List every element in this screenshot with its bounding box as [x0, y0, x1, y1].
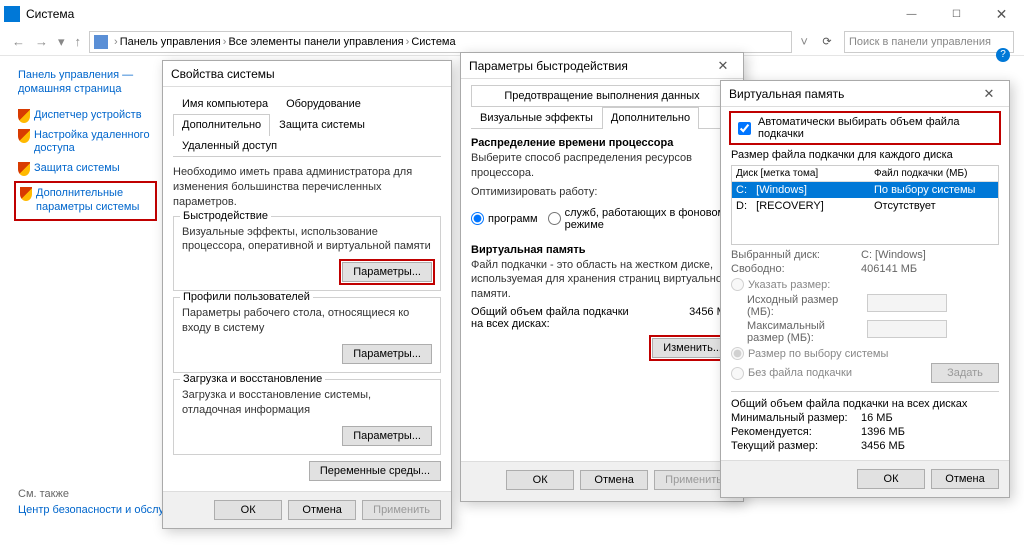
system-icon [4, 6, 20, 22]
props-apply-button[interactable]: Применить [362, 500, 441, 520]
vmem-cancel-button[interactable]: Отмена [931, 469, 999, 489]
shield-icon [18, 162, 30, 176]
size-each-label: Размер файла подкачки для каждого диска [731, 149, 999, 161]
dialog-title: Свойства системы [163, 61, 451, 87]
profiles-group: Профили пользователей Параметры рабочего… [173, 297, 441, 373]
recent-dropdown[interactable]: ▾ [56, 34, 67, 50]
system-properties-dialog: Свойства системы Имя компьютера Оборудов… [162, 60, 452, 529]
back-button[interactable]: ← [10, 34, 27, 49]
performance-settings-button[interactable]: Параметры... [342, 262, 432, 282]
radio-no-paging: Без файла подкачки [731, 367, 852, 380]
close-button[interactable]: ✕ [979, 0, 1024, 28]
sidebar: Панель управления — домашняя страница Ди… [0, 56, 165, 546]
free-space: 406141 МБ [861, 263, 917, 275]
sidebar-item-devmgr[interactable]: Диспетчер устройств [18, 106, 153, 126]
disk-row-c[interactable]: C: [Windows]По выбору системы [732, 182, 998, 198]
close-button[interactable]: ✕ [703, 53, 743, 79]
env-vars-button[interactable]: Переменные среды... [309, 461, 441, 481]
maximize-button[interactable]: ☐ [934, 0, 979, 28]
virtual-memory-dialog: Виртуальная память ✕ Автоматически выбир… [720, 80, 1010, 498]
props-cancel-button[interactable]: Отмена [288, 500, 356, 520]
tab-computername[interactable]: Имя компьютера [173, 93, 277, 114]
breadcrumb[interactable]: › Панель управления › Все элементы панел… [89, 31, 792, 53]
dialog-title: Параметры быстродействия [461, 53, 743, 79]
current-size: 3456 МБ [861, 440, 905, 452]
sched-title: Распределение времени процессора [471, 137, 733, 149]
radio-programs[interactable]: программ [471, 207, 538, 231]
pc-icon [94, 35, 108, 49]
tab-dep[interactable]: Предотвращение выполнения данных [471, 85, 733, 107]
perfopt-cancel-button[interactable]: Отмена [580, 470, 648, 490]
disk-list: Диск [метка тома]Файл подкачки (МБ) C: [… [731, 165, 999, 245]
tab-hardware[interactable]: Оборудование [277, 93, 370, 114]
performance-options-dialog: Параметры быстродействия ✕ Предотвращени… [460, 52, 744, 502]
recommended-size: 1396 МБ [861, 426, 905, 438]
perfopt-ok-button[interactable]: ОК [506, 470, 574, 490]
window-title: Система [26, 7, 74, 21]
refresh-button[interactable]: ⟳ [816, 35, 838, 48]
tab-remote[interactable]: Удаленный доступ [173, 135, 286, 156]
radio-system-managed: Размер по выбору системы [731, 347, 999, 360]
profiles-settings-button[interactable]: Параметры... [342, 344, 432, 364]
tab-advanced[interactable]: Дополнительно [602, 107, 699, 129]
sidebar-item-protection[interactable]: Защита системы [18, 159, 153, 179]
performance-group: Быстродействие Визуальные эффекты, испол… [173, 216, 441, 292]
shield-icon [18, 129, 30, 143]
min-size: 16 МБ [861, 412, 893, 424]
up-button[interactable]: ↑ [73, 34, 84, 49]
sidebar-item-advanced[interactable]: Дополнительные параметры системы [14, 181, 157, 221]
radio-background[interactable]: служб, работающих в фоновом режиме [548, 207, 733, 231]
auto-manage-checkbox[interactable]: Автоматически выбирать объем файла подка… [731, 113, 999, 143]
sidebar-home[interactable]: Панель управления — домашняя страница [18, 66, 153, 100]
titlebar: Система — ☐ ✕ [0, 0, 1024, 28]
props-ok-button[interactable]: ОК [214, 500, 282, 520]
startup-group: Загрузка и восстановление Загрузка и вос… [173, 379, 441, 455]
startup-settings-button[interactable]: Параметры... [342, 426, 432, 446]
close-button[interactable]: ✕ [969, 81, 1009, 107]
set-button: Задать [931, 363, 999, 383]
crumb-dropdown[interactable]: ˅ [798, 34, 810, 49]
shield-icon [20, 187, 32, 201]
max-size-input [867, 320, 947, 338]
initial-size-input [867, 294, 947, 312]
crumb-2[interactable]: Система [411, 36, 455, 48]
crumb-1[interactable]: Все элементы панели управления [228, 36, 403, 48]
selected-drive: C: [Windows] [861, 249, 926, 261]
vmem-ok-button[interactable]: ОК [857, 469, 925, 489]
tab-visual[interactable]: Визуальные эффекты [471, 107, 602, 128]
minimize-button[interactable]: — [889, 0, 934, 28]
radio-custom-size: Указать размер: [731, 278, 999, 291]
vm-title: Виртуальная память [471, 244, 733, 256]
disk-row-d[interactable]: D: [RECOVERY]Отсутствует [732, 198, 998, 214]
dialog-title: Виртуальная память [721, 81, 1009, 107]
sidebar-item-remote[interactable]: Настройка удаленного доступа [18, 126, 153, 160]
totals-title: Общий объем файла подкачки на всех диска… [731, 398, 999, 410]
admin-note: Необходимо иметь права администратора дл… [173, 165, 441, 210]
forward-button[interactable]: → [33, 34, 50, 49]
search-input[interactable]: Поиск в панели управления [844, 31, 1014, 53]
tab-advanced[interactable]: Дополнительно [173, 114, 270, 136]
shield-icon [18, 109, 30, 123]
tab-protection[interactable]: Защита системы [270, 114, 374, 135]
crumb-0[interactable]: Панель управления [120, 36, 221, 48]
